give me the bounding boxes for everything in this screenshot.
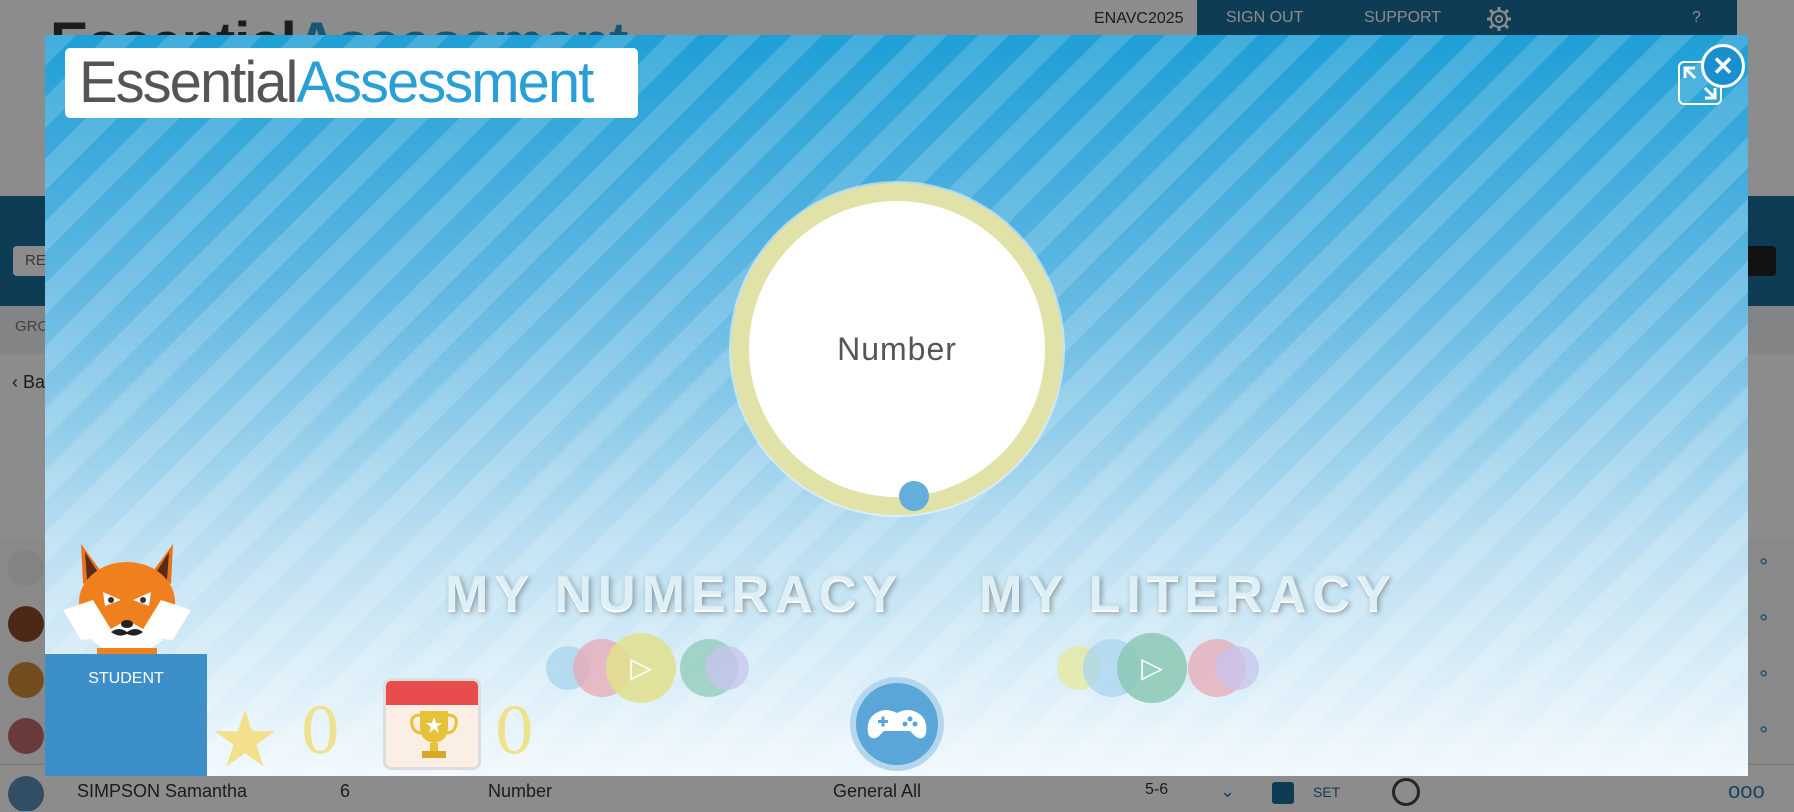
my-numeracy-title: MY NUMERACY [445,564,903,622]
trophy-card[interactable] [383,678,481,770]
play-icon: ▷ [630,652,652,683]
student-modal: EssentialAssessment ✕ Number MY NUMERACY… [45,35,1748,776]
strand-circle: Number [749,201,1045,511]
close-icon: ✕ [1712,51,1734,81]
my-literacy-title: MY LITERACY [979,564,1397,622]
strand-label: Number [837,331,957,367]
gamepad-icon [867,710,927,739]
star-icon: ★ [210,695,280,776]
modal-logo-part2: Assessment [296,50,594,115]
bubble-decoration [1215,646,1259,690]
modal-logo: EssentialAssessment [79,54,594,112]
numeracy-play-button[interactable]: ▷ [606,633,676,703]
literacy-play-button[interactable]: ▷ [1117,633,1187,703]
play-icon: ▷ [1141,652,1163,683]
trophy-icon [410,711,458,758]
modal-logo-box: EssentialAssessment [65,48,638,118]
games-button[interactable] [850,677,944,771]
strand-ring[interactable]: Number [731,183,1063,515]
trophies-count: 0 [494,695,535,769]
student-panel[interactable]: STUDENT [45,654,207,776]
stars-count: 0 [300,695,341,769]
modal-logo-part1: Essential [79,50,298,115]
trophy-card-header [386,681,478,705]
student-label: STUDENT [88,670,164,687]
close-button[interactable]: ✕ [1701,44,1745,88]
bubble-decoration [705,646,749,690]
fox-mascot [63,544,191,664]
progress-dot [899,481,929,511]
